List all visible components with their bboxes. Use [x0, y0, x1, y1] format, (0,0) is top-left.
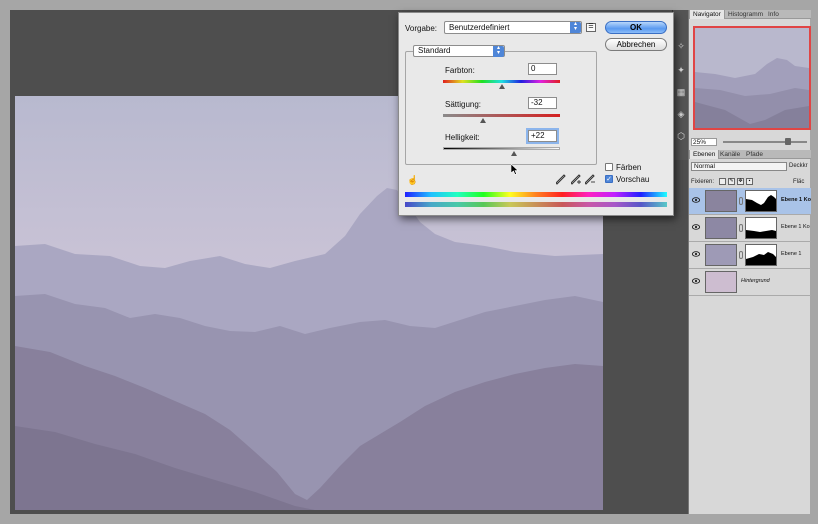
eyedropper-minus-icon[interactable] [585, 174, 595, 185]
targeted-adjustment-hand-icon[interactable]: ☝ [407, 175, 418, 185]
layer-name: Ebene 1 Ko [781, 224, 810, 230]
app-frame: ✧ ✦ ▦ ◈ ⬡ Navigator Histogramm Info 25% … [0, 0, 818, 524]
layer-row[interactable]: Ebene 1 Ko [689, 188, 811, 215]
layer-name: Ebene 1 Ko [781, 197, 811, 203]
chain-link-icon[interactable] [739, 224, 743, 232]
tab-pfade[interactable]: Pfade [743, 150, 766, 159]
navigator-tabbar: Navigator Histogramm Info [689, 10, 811, 19]
preview-checkbox[interactable]: ✓ [605, 175, 613, 183]
layers-tabbar: Ebenen Kanäle Pfade [689, 150, 811, 159]
layer-thumbnail [705, 271, 737, 293]
lightness-label: Helligkeit: [445, 133, 480, 142]
hue-value-field[interactable]: 0 [528, 63, 557, 75]
lock-brush-icon[interactable]: ✎ [728, 178, 735, 185]
tab-kanaele[interactable]: Kanäle [717, 150, 743, 159]
hue-slider-knob[interactable] [498, 84, 505, 89]
colorize-label: Färben [616, 163, 642, 172]
layer-name: Ebene 1 [781, 251, 802, 257]
channel-select[interactable]: Standard ▴ ▾ [413, 45, 505, 57]
lightness-slider-track[interactable] [443, 147, 560, 150]
navigator-zoom-field[interactable]: 25% [691, 138, 717, 146]
hue-label: Farbton: [445, 66, 475, 75]
cancel-button[interactable]: Abbrechen [605, 38, 667, 51]
mouse-cursor-icon [511, 164, 519, 175]
navigator-zoom-slider[interactable] [723, 141, 807, 143]
channel-value: Standard [418, 46, 451, 55]
tools-column: ✧ ✦ ▦ ◈ ⬡ [672, 10, 688, 160]
eye-icon[interactable] [692, 224, 700, 230]
saturation-value-field[interactable]: -32 [528, 97, 557, 109]
lock-all-icon[interactable]: ▪ [746, 178, 753, 185]
eye-icon[interactable] [692, 197, 700, 203]
tab-ebenen[interactable]: Ebenen [689, 150, 720, 159]
lightness-value-field[interactable]: +22 [528, 130, 557, 142]
layer-thumbnail [705, 244, 737, 266]
preset-label: Vorgabe: [405, 24, 438, 33]
saturation-label: Sättigung: [445, 100, 482, 109]
eyedropper-icon[interactable] [556, 174, 566, 185]
tool-icon[interactable]: ▦ [675, 86, 687, 98]
eye-icon[interactable] [692, 251, 700, 257]
fill-label: Fläc [793, 179, 805, 185]
preset-options-icon[interactable]: ☰ [586, 23, 596, 32]
tab-histogramm[interactable]: Histogramm [725, 10, 766, 19]
tool-icon[interactable]: ◈ [675, 108, 687, 120]
layer-row[interactable]: Hintergrund [689, 269, 811, 296]
tab-navigator[interactable]: Navigator [689, 10, 725, 19]
layer-mask-thumbnail[interactable] [745, 244, 777, 266]
layer-mask-thumbnail[interactable] [745, 190, 777, 212]
right-panel: Navigator Histogramm Info 25% Ebenen Kan… [688, 10, 811, 514]
lightness-slider-knob[interactable] [511, 151, 518, 156]
chain-link-icon[interactable] [739, 251, 743, 259]
navigator-thumbnail [695, 28, 809, 128]
tool-icon[interactable]: ⬡ [675, 130, 687, 142]
ok-button[interactable]: OK [605, 21, 667, 34]
layer-name: Hintergrund [741, 278, 770, 284]
input-spectrum-bar [405, 192, 667, 197]
tool-icon[interactable]: ✧ [675, 40, 687, 52]
lock-move-icon[interactable]: ✥ [737, 178, 744, 185]
opacity-label: Deckkr [789, 163, 808, 169]
lock-transparency-icon[interactable] [719, 178, 726, 185]
saturation-slider-track[interactable] [443, 114, 560, 117]
blend-mode-value: Normal [694, 163, 715, 170]
chain-link-icon[interactable] [739, 197, 743, 205]
tool-icon[interactable]: ✦ [675, 64, 687, 76]
layer-row[interactable]: Ebene 1 [689, 242, 811, 269]
tab-info[interactable]: Info [765, 10, 782, 19]
eye-icon[interactable] [692, 278, 700, 284]
saturation-slider-knob[interactable] [479, 118, 486, 123]
layer-row[interactable]: Ebene 1 Ko [689, 215, 811, 242]
eyedropper-plus-icon[interactable] [571, 174, 581, 185]
preset-value: Benutzerdefiniert [449, 23, 510, 32]
select-arrows-icon: ▴ ▾ [570, 21, 581, 33]
lock-label: Fixieren: [691, 179, 715, 185]
navigator-zoom-knob[interactable] [785, 138, 791, 145]
navigator-preview[interactable] [693, 26, 811, 130]
layer-mask-thumbnail[interactable] [745, 217, 777, 239]
output-spectrum-bar [405, 202, 667, 207]
preset-select[interactable]: Benutzerdefiniert ▴ ▾ [444, 21, 582, 34]
preview-label: Vorschau [616, 175, 650, 184]
layer-thumbnail [705, 217, 737, 239]
blend-mode-select[interactable]: Normal [691, 162, 787, 171]
layer-thumbnail [705, 190, 737, 212]
select-arrows-icon: ▴ ▾ [493, 45, 504, 57]
hue-slider-track[interactable] [443, 80, 560, 83]
hue-saturation-dialog: Vorgabe: Benutzerdefiniert ▴ ▾ ☰ OK Abbre… [398, 12, 674, 216]
colorize-checkbox[interactable] [605, 163, 613, 171]
